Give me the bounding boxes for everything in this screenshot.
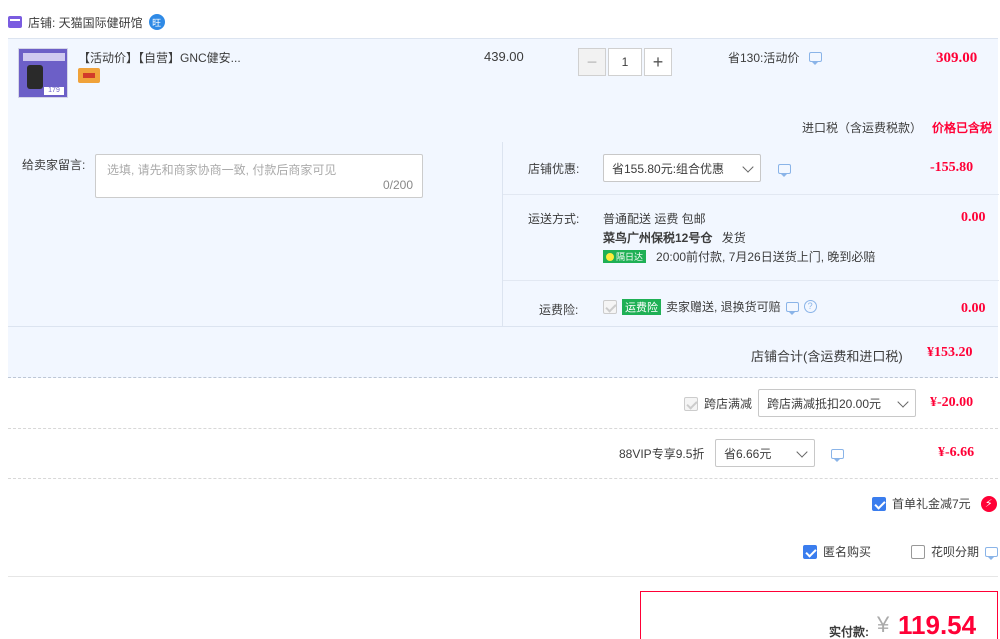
credit-card-icon <box>78 68 100 83</box>
shipping-eta: 20:00前付款, 7月26日送货上门, 晚到必赔 <box>656 250 876 264</box>
promo-text: 省130:活动价 <box>728 51 800 65</box>
product-thumbnail[interactable]: 179 <box>18 48 68 98</box>
shipping-amount: 0.00 <box>961 210 986 225</box>
payment-box: 实付款: ¥ 119.54 <box>640 591 998 639</box>
order-options: 店铺优惠: 省155.80元:组合优惠 -155.80 运送方式: 普通配送 运… <box>502 142 999 326</box>
insurance-row: 运费险 卖家赠送, 退换货可赔 ? <box>603 298 817 315</box>
shipping-warehouse-line: 菜鸟广州保税12号仓 发货 <box>603 229 746 246</box>
insurance-badge: 运费险 <box>622 298 661 315</box>
shop-discount-select[interactable]: 省155.80元:组合优惠 <box>603 154 761 182</box>
help-icon[interactable]: ? <box>803 300 817 313</box>
comment-icon[interactable] <box>985 546 999 560</box>
message-label: 给卖家留言: <box>22 158 86 172</box>
payment-label: 实付款: <box>829 625 869 639</box>
currency-symbol: ¥ <box>877 612 890 637</box>
cross-store-amount: ¥-20.00 <box>930 395 974 410</box>
tax-label: 进口税（含运费税款） <box>802 121 923 135</box>
message-textarea[interactable]: 选填, 请先和商家协商一致, 付款后商家可见 0/200 <box>95 154 423 198</box>
chevron-down-icon <box>796 446 808 458</box>
quantity-input[interactable]: 1 <box>608 48 642 76</box>
shop-header: 店铺: 天猫国际健研馆 旺 <box>8 12 165 32</box>
shop-discount-label: 店铺优惠: <box>528 162 580 176</box>
shipping-eta-line: 隔日达 20:00前付款, 7月26日送货上门, 晚到必赔 <box>603 248 875 265</box>
shop-icon <box>8 16 22 28</box>
payment-amount: 119.54 <box>898 610 977 639</box>
buyer-message-section: 给卖家留言: 选填, 请先和商家协商一致, 付款后商家可见 0/200 <box>8 142 502 326</box>
shop-discount-amount: -155.80 <box>930 160 974 175</box>
first-order-label: 首单礼金减7元 <box>892 497 971 511</box>
huabei-row: 花呗分期 <box>911 543 999 560</box>
comment-icon[interactable] <box>785 301 799 315</box>
first-order-row: 首单礼金减7元 ⚡ <box>872 495 997 512</box>
shop-name[interactable]: 店铺: 天猫国际健研馆 <box>28 14 143 31</box>
comment-icon[interactable] <box>808 52 822 65</box>
cross-store-label: 跨店满减 <box>704 397 753 411</box>
first-order-checkbox[interactable] <box>872 496 886 511</box>
promo-label: 省130:活动价 <box>728 49 822 66</box>
chevron-down-icon <box>897 396 909 408</box>
shop-total-label: 店铺合计(含运费和进口税) <box>751 349 903 364</box>
shop-total-row: 店铺合计(含运费和进口税) ¥153.20 <box>8 326 998 378</box>
warehouse-name: 菜鸟广州保税12号仓 <box>603 231 713 245</box>
product-title[interactable]: 【活动价】【自营】GNC健安... <box>78 49 241 66</box>
vip-value: 省6.66元 <box>724 446 772 461</box>
item-subtotal: 309.00 <box>936 50 978 66</box>
decrease-button[interactable]: − <box>578 48 606 76</box>
bolt-icon <box>606 252 614 261</box>
lightning-icon: ⚡ <box>980 495 997 512</box>
unit-price: 439.00 <box>484 49 524 64</box>
quantity-stepper: − 1 + <box>578 48 672 76</box>
anonymous-label: 匿名购买 <box>823 545 872 559</box>
insurance-checkbox[interactable] <box>603 299 617 314</box>
wangwang-chat-icon[interactable]: 旺 <box>148 14 165 30</box>
comment-icon[interactable] <box>831 449 844 462</box>
dispatch-text: 发货 <box>721 231 746 245</box>
increase-button[interactable]: + <box>644 48 672 76</box>
cross-store-checkbox[interactable] <box>684 396 698 411</box>
insurance-label: 运费险: <box>539 303 579 317</box>
vip-label: 88VIP专享9.5折 <box>619 447 705 461</box>
thumb-price-tag: 179 <box>44 87 64 95</box>
chevron-down-icon <box>742 161 754 173</box>
anonymous-row: 匿名购买 <box>803 543 871 560</box>
message-placeholder: 选填, 请先和商家协商一致, 付款后商家可见 <box>107 163 337 177</box>
vip-amount: ¥-6.66 <box>938 445 975 460</box>
shipping-method: 普通配送 运费 包邮 <box>603 212 706 226</box>
shop-discount-value: 省155.80元:组合优惠 <box>612 161 725 176</box>
insurance-desc: 卖家赠送, 退换货可赔 <box>666 300 781 314</box>
cross-store-value: 跨店满减抵扣20.00元 <box>767 396 882 411</box>
huabei-label: 花呗分期 <box>931 545 980 559</box>
tax-value: 价格已含税 <box>932 121 993 135</box>
product-row: 179 【活动价】【自营】GNC健安... 439.00 − 1 + 省130:… <box>8 38 998 142</box>
vip-select[interactable]: 省6.66元 <box>715 439 815 467</box>
huabei-checkbox[interactable] <box>911 544 925 559</box>
order-confirm-page: 店铺: 天猫国际健研馆 旺 179 【活动价】【自营】GNC健安... 439.… <box>0 0 1000 639</box>
anonymous-checkbox[interactable] <box>803 544 817 559</box>
shop-total-amount: ¥153.20 <box>927 345 973 360</box>
comment-icon[interactable] <box>778 164 791 177</box>
next-day-badge: 隔日达 <box>603 250 647 263</box>
insurance-amount: 0.00 <box>961 301 986 316</box>
shipping-label: 运送方式: <box>528 212 580 226</box>
message-counter: 0/200 <box>382 178 413 192</box>
cross-store-row: 跨店满减 <box>684 395 752 412</box>
next-day-text: 隔日达 <box>616 252 644 262</box>
cross-store-select[interactable]: 跨店满减抵扣20.00元 <box>758 389 916 417</box>
